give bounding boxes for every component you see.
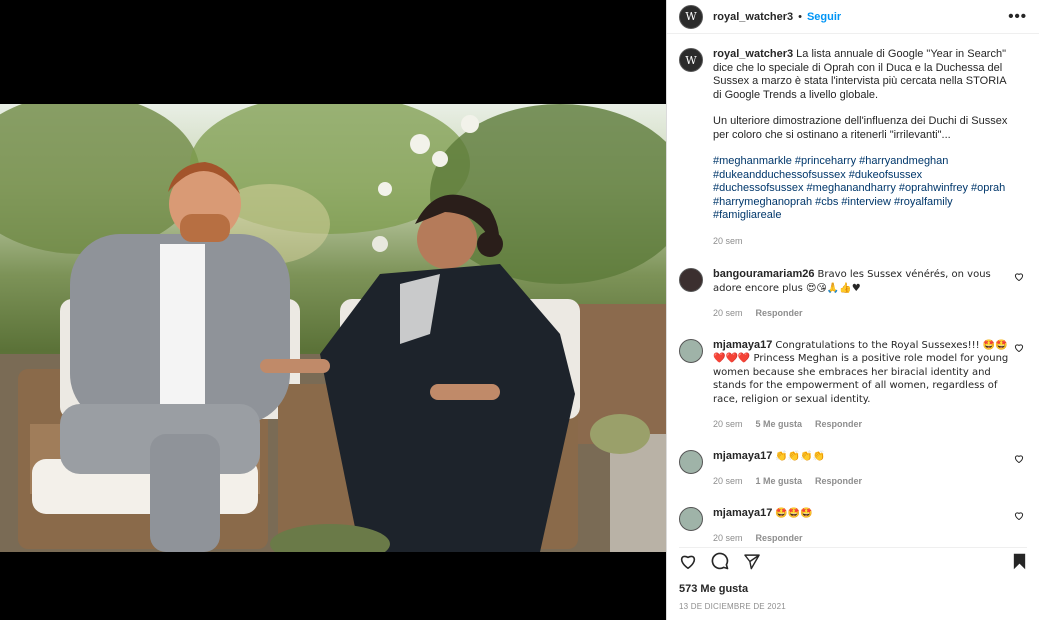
heart-icon[interactable] <box>679 553 697 572</box>
commenter-avatar[interactable] <box>679 338 703 363</box>
comment-likes[interactable]: 5 Me gusta <box>756 418 803 432</box>
comment-item: bangouramariam26 Bravo les Sussex vénéré… <box>679 268 1028 321</box>
share-icon[interactable] <box>743 553 761 573</box>
comment-time[interactable]: 20 sem <box>713 418 743 432</box>
comment-meta: 20 sem Responder <box>713 307 1012 321</box>
post-photo <box>0 104 666 552</box>
comment-time[interactable]: 20 sem <box>713 307 743 321</box>
comment-username[interactable]: mjamaya17 <box>713 507 772 519</box>
commenter-avatar[interactable] <box>679 506 703 531</box>
post-header: W royal_watcher3 • Seguir ••• <box>667 0 1039 34</box>
reply-button[interactable]: Responder <box>756 307 803 321</box>
post-details-panel: W royal_watcher3 • Seguir ••• W royal_wa… <box>666 0 1039 620</box>
comment-meta: 20 sem Responder <box>713 532 1012 543</box>
post-date[interactable]: 13 DE DICIEMBRE DE 2021 <box>679 602 786 611</box>
likes-count[interactable]: 573 Me gusta <box>679 583 748 595</box>
follow-button[interactable]: Seguir <box>807 11 841 23</box>
caption-paragraph-2: Un ulteriore dimostrazione dell'influenz… <box>713 115 1008 141</box>
interview-photo-illustration <box>0 104 666 552</box>
comment-item: mjamaya17 🤩🤩🤩 20 sem Responder <box>679 506 1028 544</box>
comment-time[interactable]: 20 sem <box>713 532 743 543</box>
comment-username[interactable]: mjamaya17 <box>713 450 772 462</box>
comment-meta: 20 sem 1 Me gusta Responder <box>713 475 1012 489</box>
caption-text: royal_watcher3 La lista annuale di Googl… <box>713 48 1028 248</box>
post-photo-area <box>0 0 666 620</box>
author-avatar[interactable]: W <box>679 48 703 72</box>
comment-likes[interactable]: 1 Me gusta <box>756 475 803 489</box>
comment-body: mjamaya17 Congratulations to the Royal S… <box>713 339 1028 432</box>
comment-body: mjamaya17 👏👏👏👏 20 sem 1 Me gusta Respond… <box>713 450 1028 489</box>
comment-body: mjamaya17 🤩🤩🤩 20 sem Responder <box>713 507 1028 544</box>
commenter-avatar[interactable] <box>679 268 703 292</box>
more-options-icon[interactable]: ••• <box>1008 8 1027 25</box>
author-avatar[interactable]: W <box>679 4 703 29</box>
post-caption: W royal_watcher3 La lista annuale di Goo… <box>679 48 1028 248</box>
commenter-avatar[interactable] <box>679 449 703 474</box>
caption-time[interactable]: 20 sem <box>713 235 743 249</box>
comment-text: 🤩🤩🤩 <box>775 507 813 519</box>
bookmark-icon[interactable] <box>1012 553 1027 573</box>
comment-time[interactable]: 20 sem <box>713 475 743 489</box>
comment-item: mjamaya17 👏👏👏👏 20 sem 1 Me gusta Respond… <box>679 449 1028 489</box>
caption-username[interactable]: royal_watcher3 <box>713 48 793 60</box>
heart-icon[interactable] <box>1014 272 1024 284</box>
reply-button[interactable]: Responder <box>756 532 803 543</box>
comment-body: bangouramariam26 Bravo les Sussex vénéré… <box>713 268 1028 321</box>
heart-icon[interactable] <box>1014 454 1024 466</box>
comment-icon[interactable] <box>711 552 729 573</box>
author-username[interactable]: royal_watcher3 <box>713 11 793 23</box>
comment-item: mjamaya17 Congratulations to the Royal S… <box>679 338 1028 432</box>
reply-button[interactable]: Responder <box>815 418 862 432</box>
comments-list: W royal_watcher3 La lista annuale di Goo… <box>667 48 1039 543</box>
heart-icon[interactable] <box>1014 511 1024 523</box>
post-action-bar <box>679 547 1027 573</box>
separator-dot: • <box>798 10 802 23</box>
heart-icon[interactable] <box>1014 343 1024 355</box>
comment-username[interactable]: mjamaya17 <box>713 339 772 351</box>
reply-button[interactable]: Responder <box>815 475 862 489</box>
avatar-letter: W <box>685 53 697 67</box>
comment-text: 👏👏👏👏 <box>775 450 826 462</box>
comment-username[interactable]: bangouramariam26 <box>713 268 814 280</box>
caption-meta: 20 sem <box>713 235 1012 249</box>
avatar-letter: W <box>685 10 697 23</box>
caption-hashtags[interactable]: #meghanmarkle #princeharry #harryandmegh… <box>713 155 1012 223</box>
instagram-post-modal: W royal_watcher3 • Seguir ••• W royal_wa… <box>0 0 1039 620</box>
comment-meta: 20 sem 5 Me gusta Responder <box>713 418 1012 432</box>
